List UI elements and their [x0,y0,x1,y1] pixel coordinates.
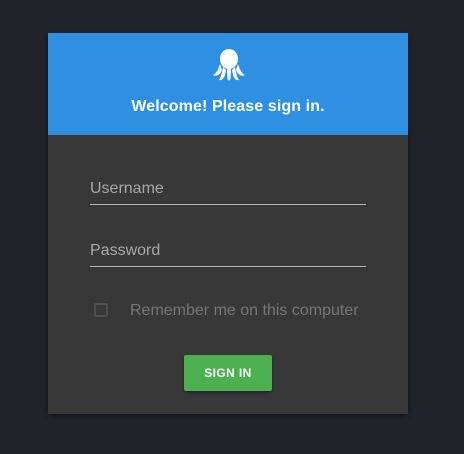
username-field[interactable] [90,173,366,205]
password-field[interactable] [90,235,366,267]
octopus-icon [213,49,245,81]
remember-me-checkbox[interactable] [94,303,108,317]
remember-me-label[interactable]: Remember me on this computer [130,302,359,320]
sign-in-button[interactable]: SIGN IN [184,355,272,391]
password-field-wrapper [90,235,366,269]
login-card: Welcome! Please sign in. Remember me on … [48,33,408,414]
page-title: Welcome! Please sign in. [131,98,325,115]
username-field-wrapper [90,173,366,207]
login-header: Welcome! Please sign in. [48,33,408,135]
remember-me-row[interactable]: Remember me on this computer [90,300,390,322]
